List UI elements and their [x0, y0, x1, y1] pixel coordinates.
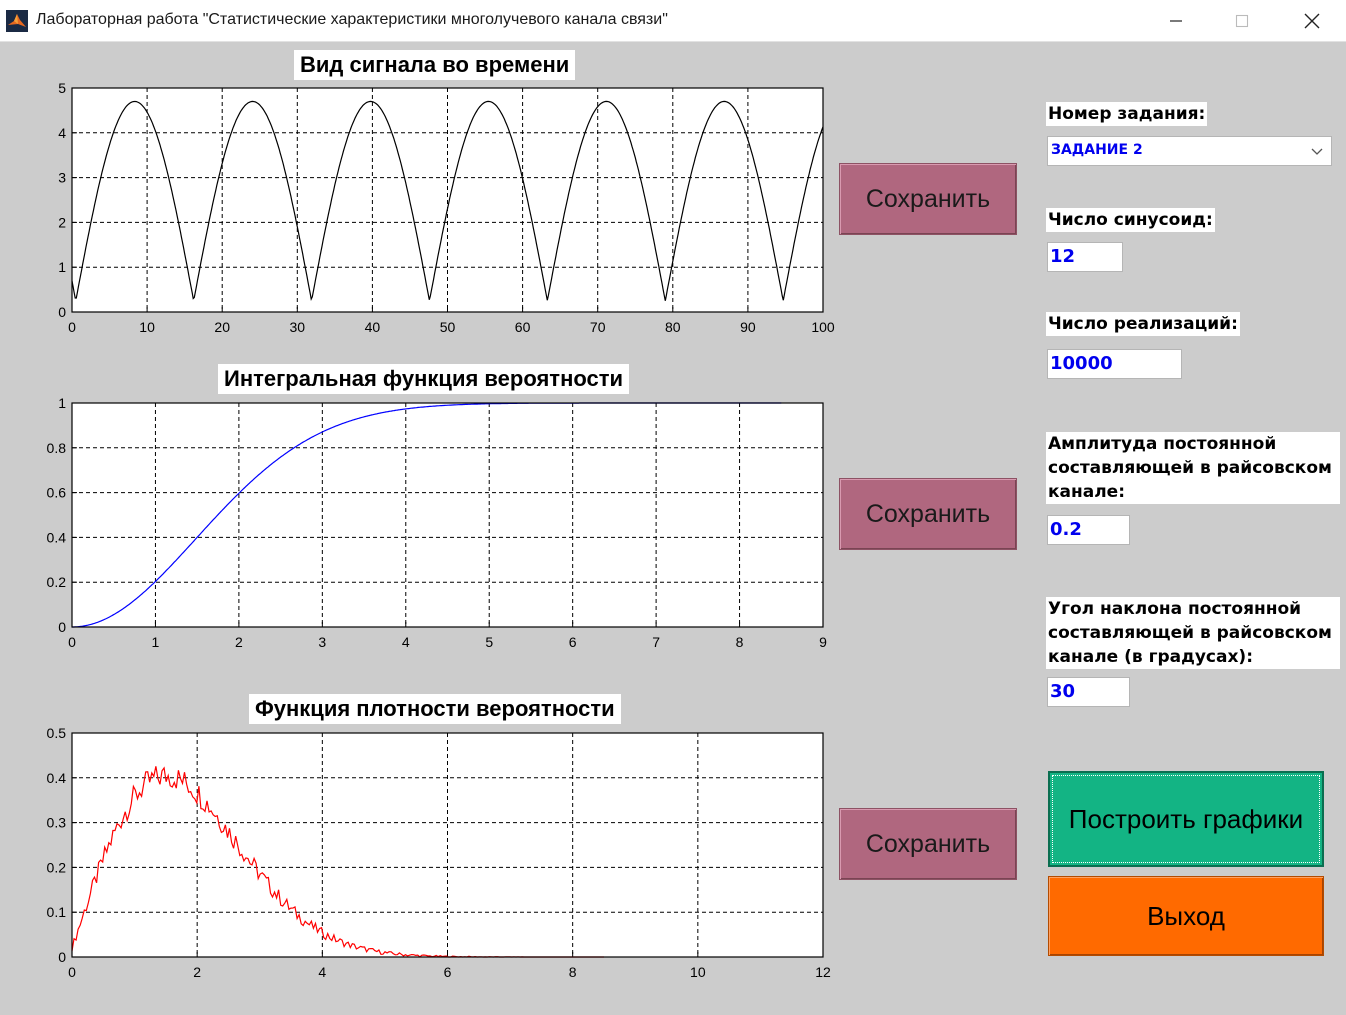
x-tick-label: 2 [235, 634, 243, 650]
minimize-button[interactable] [1144, 0, 1208, 41]
maximize-button[interactable] [1210, 0, 1274, 41]
x-tick-label: 100 [811, 319, 835, 335]
realizations-label: Число реализаций: [1046, 312, 1240, 336]
amplitude-input[interactable]: 0.2 [1047, 515, 1130, 545]
plot-area [72, 403, 823, 627]
y-tick-label: 0.6 [47, 485, 67, 501]
y-tick-label: 1 [58, 259, 66, 275]
amplitude-label: Амплитуда постоянной составляющей в райс… [1046, 432, 1340, 504]
y-tick-label: 0.4 [47, 529, 67, 545]
y-tick-label: 5 [58, 80, 66, 96]
title-bar: Лабораторная работа "Статистические хара… [0, 0, 1346, 42]
y-tick-label: 2 [58, 214, 66, 230]
x-tick-label: 0 [68, 634, 76, 650]
x-tick-label: 4 [402, 634, 410, 650]
sinusoids-label: Число синусоид: [1046, 208, 1215, 232]
sinusoids-input[interactable]: 12 [1047, 242, 1123, 272]
y-tick-label: 0.2 [47, 574, 67, 590]
y-tick-label: 0 [58, 949, 66, 965]
y-tick-label: 0.5 [47, 725, 67, 741]
x-tick-label: 8 [569, 964, 577, 980]
save-cdf-button[interactable]: Сохранить [839, 478, 1017, 550]
realizations-input[interactable]: 10000 [1047, 349, 1182, 379]
signal-plot-title: Вид сигнала во времени [294, 50, 576, 80]
matlab-logo-icon [6, 10, 28, 32]
x-tick-label: 5 [485, 634, 493, 650]
x-tick-label: 1 [152, 634, 160, 650]
x-tick-label: 4 [318, 964, 326, 980]
plots-canvas: 0 10 20 30 40 50 60 70 80 90 1000123450 1 2 3 4 5 6 7 8 900… [47, 80, 835, 980]
y-tick-label: 1 [58, 395, 66, 411]
x-tick-label: 50 [440, 319, 456, 335]
window-title: Лабораторная работа "Статистические хара… [36, 11, 668, 28]
x-tick-label: 10 [690, 964, 706, 980]
save-pdf-button[interactable]: Сохранить [839, 808, 1017, 880]
x-tick-label: 0 [68, 319, 76, 335]
y-tick-label: 0.1 [47, 904, 67, 920]
exit-button[interactable]: Выход [1048, 876, 1324, 956]
x-tick-label: 2 [193, 964, 201, 980]
y-tick-label: 3 [58, 170, 66, 186]
x-tick-label: 20 [214, 319, 230, 335]
x-tick-label: 6 [569, 634, 577, 650]
minimize-icon [1170, 19, 1182, 22]
chevron-down-icon [1311, 148, 1323, 155]
y-tick-label: 0.8 [47, 440, 67, 456]
y-tick-label: 4 [58, 125, 66, 141]
y-tick-label: 0.3 [47, 815, 67, 831]
x-tick-label: 3 [318, 634, 326, 650]
build-plots-button[interactable]: Построить графики [1048, 771, 1324, 867]
x-tick-label: 40 [365, 319, 381, 335]
y-tick-label: 0 [58, 304, 66, 320]
maximize-icon [1235, 14, 1249, 27]
x-tick-label: 12 [815, 964, 831, 980]
close-button[interactable] [1280, 0, 1344, 41]
x-tick-label: 90 [740, 319, 756, 335]
x-tick-label: 80 [665, 319, 681, 335]
x-tick-label: 9 [819, 634, 827, 650]
y-tick-label: 0.2 [47, 859, 67, 875]
pdf-plot-title: Функция плотности вероятности [249, 694, 621, 724]
save-signal-button[interactable]: Сохранить [839, 163, 1017, 235]
task-number-label: Номер задания: [1046, 102, 1208, 126]
y-tick-label: 0.4 [47, 770, 67, 786]
task-select-value: ЗАДАНИЕ 2 [1051, 142, 1143, 158]
x-tick-label: 10 [139, 319, 155, 335]
figure-window: 0 10 20 30 40 50 60 70 80 90 100 0 1 2 3 4 5 0 1 2 3 4 5 6 7 8 9 0 0… [0, 42, 1346, 1015]
close-icon [1304, 13, 1320, 28]
x-tick-label: 6 [444, 964, 452, 980]
cdf-plot-title: Интегральная функция вероятности [218, 364, 630, 394]
x-tick-label: 30 [290, 319, 306, 335]
x-tick-label: 70 [590, 319, 606, 335]
angle-input[interactable]: 30 [1047, 677, 1130, 707]
y-tick-label: 0 [58, 619, 66, 635]
angle-label: Угол наклона постоянной составляющей в р… [1046, 597, 1340, 669]
task-select[interactable]: ЗАДАНИЕ 2 [1047, 136, 1332, 166]
x-tick-label: 0 [68, 964, 76, 980]
x-tick-label: 7 [652, 634, 660, 650]
x-tick-label: 60 [515, 319, 531, 335]
x-tick-label: 8 [736, 634, 744, 650]
